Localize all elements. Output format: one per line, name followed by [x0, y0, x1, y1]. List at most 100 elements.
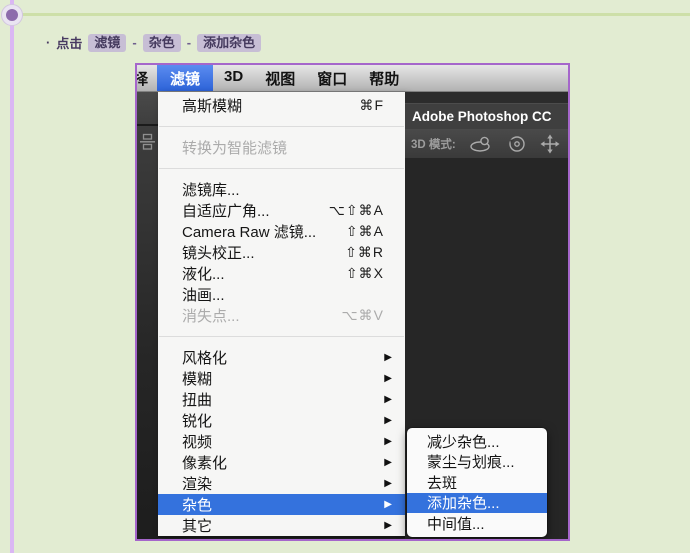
dash-separator: -	[132, 35, 136, 50]
menu-item-label: 渲染	[182, 473, 376, 494]
filter-menu-item[interactable]: 渲染 ▶	[158, 473, 405, 494]
menu-item-label: 杂色	[182, 494, 376, 515]
filter-menu-item[interactable]: 像素化 ▶	[158, 452, 405, 473]
menu-item-shortcut: ⇧⌘A	[346, 223, 384, 240]
submenu-item-label: 蒙尘与划痕...	[427, 451, 515, 472]
menu-item-label: 滤镜库...	[182, 179, 384, 200]
filter-menu-item[interactable]: 锐化 ▶	[158, 410, 405, 431]
submenu-arrow-icon: ▶	[384, 478, 392, 489]
timeline-horizontal-line	[21, 13, 690, 16]
tutorial-page: { "step": { "bullet": "·", "action": "点击…	[0, 0, 690, 553]
menu-item-label: 扭曲	[182, 389, 376, 410]
menu-item-label: 锐化	[182, 410, 376, 431]
submenu-arrow-icon: ▶	[384, 520, 392, 531]
menu-separator	[158, 326, 405, 347]
noise-submenu: 减少杂色... 蒙尘与划痕... 去斑 添加杂色... 中间值...	[407, 428, 547, 537]
align-distribute-icon[interactable]	[140, 132, 155, 152]
menubar-item[interactable]: 3D	[213, 68, 254, 89]
noise-submenu-item[interactable]: 中间值...	[407, 513, 547, 534]
filter-menu-item[interactable]: 其它 ▶	[158, 515, 405, 536]
dash-separator: -	[187, 35, 191, 50]
filter-menu-item[interactable]: 视频 ▶	[158, 431, 405, 452]
menu-item-shortcut: ⇧⌘R	[345, 244, 384, 261]
menu-item-label: 液化...	[182, 263, 346, 284]
menubar-item[interactable]: 窗口	[306, 68, 358, 89]
menu-item-shortcut: ⇧⌘X	[346, 265, 384, 282]
menu-separator	[158, 158, 405, 179]
menu-item-label: 消失点...	[182, 305, 342, 326]
filter-menu-dropdown: 高斯模糊 ⌘F 转换为智能滤镜 滤镜库... 自适应广角... ⌥⇧⌘A C	[158, 92, 405, 538]
filter-menu-item[interactable]: 扭曲 ▶	[158, 389, 405, 410]
submenu-arrow-icon: ▶	[384, 457, 392, 468]
options-bar-divider	[137, 124, 158, 126]
app-title-bar: Adobe Photoshop CC	[405, 103, 568, 130]
menu-item-label: 像素化	[182, 452, 376, 473]
step-target-badges: 滤镜-杂色-添加杂色	[88, 34, 261, 52]
filter-menu-item[interactable]: 消失点... ⌥⌘V	[158, 305, 405, 326]
noise-submenu-item[interactable]: 去斑	[407, 472, 547, 493]
photoshop-screenshot: 择 滤镜 3D视图窗口帮助 高斯模糊 ⌘F 转换为智能滤镜	[135, 63, 570, 541]
filter-menu-item[interactable]: 风格化 ▶	[158, 347, 405, 368]
filter-menu-item[interactable]: 高斯模糊 ⌘F	[158, 95, 405, 116]
app-content: 高斯模糊 ⌘F 转换为智能滤镜 滤镜库... 自适应广角... ⌥⇧⌘A C	[137, 92, 568, 539]
filter-menu-item[interactable]: 模糊 ▶	[158, 368, 405, 389]
submenu-item-label: 去斑	[427, 472, 457, 493]
pan-3d-icon[interactable]	[540, 134, 560, 154]
submenu-arrow-icon: ▶	[384, 499, 392, 510]
submenu-item-label: 添加杂色...	[427, 492, 500, 513]
orbit-3d-icon[interactable]	[469, 134, 494, 154]
step-target-badge: 添加杂色	[197, 34, 261, 52]
filter-menu-item[interactable]: 自适应广角... ⌥⇧⌘A	[158, 200, 405, 221]
menubar-item-select-partial[interactable]: 择	[135, 68, 148, 89]
step-instruction: · 点击 滤镜-杂色-添加杂色	[46, 33, 261, 52]
submenu-arrow-icon: ▶	[384, 352, 392, 363]
menu-item-label: 视频	[182, 431, 376, 452]
filter-menu-item[interactable]: 杂色 ▶	[158, 494, 405, 515]
3d-mode-label: 3D 模式:	[411, 136, 456, 152]
menu-item-label: 油画...	[182, 284, 384, 305]
step-action-label: 点击	[56, 33, 82, 52]
submenu-item-label: 中间值...	[427, 513, 485, 534]
filter-menu-item[interactable]: 滤镜库...	[158, 179, 405, 200]
menu-separator	[158, 116, 405, 137]
timeline-vertical-line	[10, 0, 14, 553]
filter-menu-item[interactable]: 镜头校正... ⇧⌘R	[158, 242, 405, 263]
menu-item-shortcut: ⌘F	[359, 97, 384, 114]
step-target-badge: 滤镜	[88, 34, 126, 52]
submenu-arrow-icon: ▶	[384, 373, 392, 384]
filter-menu-item[interactable]: Camera Raw 滤镜... ⇧⌘A	[158, 221, 405, 242]
app-title: Adobe Photoshop CC	[412, 109, 551, 124]
submenu-arrow-icon: ▶	[384, 394, 392, 405]
menu-item-shortcut: ⌥⌘V	[342, 307, 384, 324]
menu-item-label: 高斯模糊	[182, 95, 359, 116]
menubar-item[interactable]: 帮助	[358, 68, 410, 89]
menu-bar: 择 滤镜 3D视图窗口帮助	[137, 65, 568, 92]
submenu-item-label: 减少杂色...	[427, 431, 500, 452]
submenu-arrow-icon: ▶	[384, 436, 392, 447]
menu-item-label: 风格化	[182, 347, 376, 368]
menu-item-label: Camera Raw 滤镜...	[182, 221, 346, 242]
menubar-items: 3D视图窗口帮助	[213, 68, 410, 89]
menu-item-label: 转换为智能滤镜	[182, 137, 384, 158]
menu-item-label: 模糊	[182, 368, 376, 389]
filter-menu-item[interactable]: 液化... ⇧⌘X	[158, 263, 405, 284]
noise-submenu-item[interactable]: 蒙尘与划痕...	[407, 452, 547, 473]
menu-item-label: 镜头校正...	[182, 242, 345, 263]
filter-menu-item[interactable]: 油画...	[158, 284, 405, 305]
roll-3d-icon[interactable]	[507, 134, 527, 154]
step-bullet: ·	[46, 35, 50, 50]
step-target-badge: 杂色	[143, 34, 181, 52]
submenu-arrow-icon: ▶	[384, 415, 392, 426]
menu-item-label: 自适应广角...	[182, 200, 329, 221]
timeline-marker-icon	[1, 4, 23, 26]
options-bar-strip	[137, 92, 158, 539]
noise-submenu-item[interactable]: 添加杂色...	[407, 493, 547, 514]
3d-mode-toolbar: 3D 模式:	[405, 129, 568, 158]
filter-menu-item[interactable]: 转换为智能滤镜	[158, 137, 405, 158]
menubar-item-filter-selected[interactable]: 滤镜	[157, 65, 213, 91]
menu-item-label: 其它	[182, 515, 376, 536]
menubar-item[interactable]: 视图	[254, 68, 306, 89]
menu-item-shortcut: ⌥⇧⌘A	[329, 202, 384, 219]
noise-submenu-item[interactable]: 减少杂色...	[407, 431, 547, 452]
timeline-marker-dot	[6, 9, 18, 21]
